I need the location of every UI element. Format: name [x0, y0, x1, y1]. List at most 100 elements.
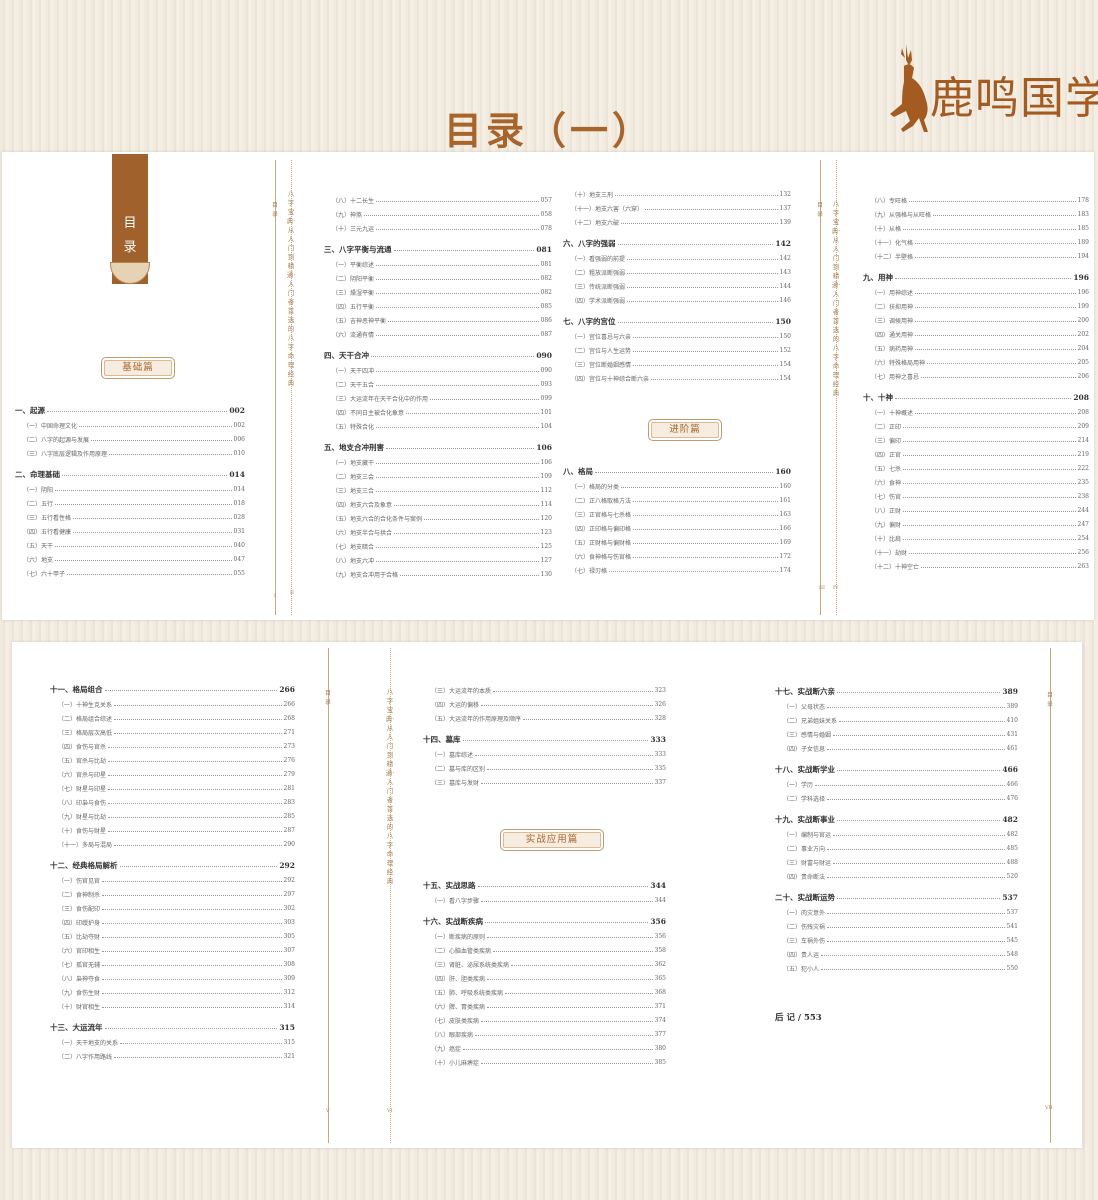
- toc-section-entry[interactable]: （一）墓库综述 333: [423, 747, 666, 761]
- toc-section-entry[interactable]: （一）十神生克关系 266: [50, 697, 295, 711]
- toc-section-entry[interactable]: （七）六十甲子 055: [15, 566, 245, 580]
- toc-section-entry[interactable]: （四）五行平衡 085: [324, 299, 552, 313]
- toc-section-entry[interactable]: （二）墓与库的区别 335: [423, 761, 666, 775]
- toc-section-entry[interactable]: （九）从强格与从旺格 183: [863, 207, 1089, 221]
- toc-section-entry[interactable]: （八）眼部疾病 377: [423, 1027, 666, 1041]
- toc-section-entry[interactable]: （二）粗放派断强弱 143: [563, 265, 791, 279]
- toc-section-entry[interactable]: （十二）地支六破 139: [563, 215, 791, 229]
- toc-section-entry[interactable]: （一）阴阳 014: [15, 482, 245, 496]
- toc-section-entry[interactable]: （一）编制与官运 482: [775, 827, 1018, 841]
- toc-section-entry[interactable]: （十一）地支六害（六穿） 137: [563, 201, 791, 215]
- toc-section-entry[interactable]: （四）贵人运 548: [775, 947, 1018, 961]
- toc-chapter-entry[interactable]: 八、格局 160: [563, 463, 791, 479]
- toc-chapter-entry[interactable]: 十二、经典格局解析 292: [50, 857, 295, 873]
- toc-section-entry[interactable]: （四）贵命断法 520: [775, 869, 1018, 883]
- toc-section-entry[interactable]: （四）大运的偏移 326: [423, 697, 666, 711]
- toc-section-entry[interactable]: （一）十神概述 208: [863, 405, 1089, 419]
- toc-section-entry[interactable]: （六）地支 047: [15, 552, 245, 566]
- toc-section-entry[interactable]: （二）兄弟姐妹关系 410: [775, 713, 1018, 727]
- toc-section-entry[interactable]: （二）心脑血管类疾病 358: [423, 943, 666, 957]
- toc-chapter-entry[interactable]: 十六、实战断疾病 356: [423, 913, 666, 929]
- toc-section-entry[interactable]: （六）食神 235: [863, 475, 1089, 489]
- toc-section-entry[interactable]: （一）学历 466: [775, 777, 1018, 791]
- toc-section-entry[interactable]: （一）平衡综述 081: [324, 257, 552, 271]
- toc-section-entry[interactable]: （十）三元九运 078: [324, 221, 552, 235]
- toc-chapter-entry[interactable]: 四、天干合冲 090: [324, 347, 552, 363]
- toc-section-entry[interactable]: （八）十二长生 057: [324, 193, 552, 207]
- toc-chapter-entry[interactable]: 十四、墓库 333: [423, 731, 666, 747]
- toc-section-entry[interactable]: （四）宫位与十神综合断六亲 154: [563, 371, 791, 385]
- toc-chapter-entry[interactable]: 十五、实战思路 344: [423, 877, 666, 893]
- toc-section-entry[interactable]: （六）流通有情 087: [324, 327, 552, 341]
- toc-chapter-entry[interactable]: 十七、实战断六亲 389: [775, 683, 1018, 699]
- toc-section-entry[interactable]: （六）官印相生 307: [50, 943, 295, 957]
- toc-chapter-entry[interactable]: 十三、大运流年 315: [50, 1019, 295, 1035]
- toc-section-entry[interactable]: （一）断疾病的原则 356: [423, 929, 666, 943]
- toc-chapter-entry[interactable]: 十一、格局组合 266: [50, 681, 295, 697]
- toc-section-entry[interactable]: （五）正财格与偏财格 169: [563, 535, 791, 549]
- toc-section-entry[interactable]: （二）天干五合 093: [324, 377, 552, 391]
- toc-section-entry[interactable]: （二）事业方向 485: [775, 841, 1018, 855]
- toc-chapter-entry[interactable]: 十八、实战断学业 466: [775, 761, 1018, 777]
- toc-section-entry[interactable]: （九）食伤生财 312: [50, 985, 295, 999]
- toc-chapter-entry[interactable]: 九、用神 196: [863, 269, 1089, 285]
- toc-chapter-entry[interactable]: 六、八字的强弱 142: [563, 235, 791, 251]
- toc-section-entry[interactable]: （三）调候用神 200: [863, 313, 1089, 327]
- toc-section-entry[interactable]: （五）比劫夺财 305: [50, 929, 295, 943]
- toc-section-entry[interactable]: （三）五行看性格 028: [15, 510, 245, 524]
- toc-section-entry[interactable]: （三）正官格与七杀格 163: [563, 507, 791, 521]
- toc-section-entry[interactable]: （四）五行看健康 031: [15, 524, 245, 538]
- toc-section-entry[interactable]: （一）肉灾意外 537: [775, 905, 1018, 919]
- toc-section-entry[interactable]: （九）地支合冲用于合格 130: [324, 567, 552, 581]
- toc-section-entry[interactable]: （一）宫位喜忌与六亲 150: [563, 329, 791, 343]
- toc-section-entry[interactable]: （一）看强弱的前提 142: [563, 251, 791, 265]
- toc-chapter-entry[interactable]: 二十、实战断运势 537: [775, 889, 1018, 905]
- toc-section-entry[interactable]: （一）天干四冲 090: [324, 363, 552, 377]
- toc-chapter-entry[interactable]: 二、命理基础 014: [15, 466, 245, 482]
- toc-section-entry[interactable]: （八）枭神夺食 309: [50, 971, 295, 985]
- toc-section-entry[interactable]: （二）五行 018: [15, 496, 245, 510]
- toc-section-entry[interactable]: （八）专旺格 178: [863, 193, 1089, 207]
- toc-section-entry[interactable]: （五）吉神恶神平衡 086: [324, 313, 552, 327]
- toc-section-entry[interactable]: （二）食神制杀 297: [50, 887, 295, 901]
- toc-section-entry[interactable]: （九）癌症 380: [423, 1041, 666, 1055]
- toc-section-entry[interactable]: （十一）劫财 256: [863, 545, 1089, 559]
- toc-section-entry[interactable]: （三）车祸外伤 545: [775, 933, 1018, 947]
- toc-section-entry[interactable]: （三）肾脏、泌尿系统类疾病 362: [423, 957, 666, 971]
- toc-section-entry[interactable]: （二）扶抑用神 199: [863, 299, 1089, 313]
- toc-section-entry[interactable]: （六）地支半合与拱合 123: [324, 525, 552, 539]
- toc-chapter-entry[interactable]: 五、地支合冲刑害 106: [324, 439, 552, 455]
- toc-section-entry[interactable]: （一）伤官见官 292: [50, 873, 295, 887]
- toc-section-entry[interactable]: （十一）多局与混局 290: [50, 837, 295, 851]
- toc-section-entry[interactable]: （二）正八格取格方法 161: [563, 493, 791, 507]
- toc-section-entry[interactable]: （六）食神格与伤官格 172: [563, 549, 791, 563]
- toc-section-entry[interactable]: （一）格局的分类 160: [563, 479, 791, 493]
- toc-section-entry[interactable]: （五）七杀 222: [863, 461, 1089, 475]
- toc-section-entry[interactable]: （八）正财 244: [863, 503, 1089, 517]
- toc-section-entry[interactable]: （一）地支藏干 106: [324, 455, 552, 469]
- toc-section-entry[interactable]: （三）偏印 214: [863, 433, 1089, 447]
- toc-section-entry[interactable]: （五）病药用神 204: [863, 341, 1089, 355]
- toc-section-entry[interactable]: （二）阴阳平衡 082: [324, 271, 552, 285]
- toc-section-entry[interactable]: （三）财富与财运 488: [775, 855, 1018, 869]
- toc-section-entry[interactable]: （七）用神之喜忌 206: [863, 369, 1089, 383]
- toc-section-entry[interactable]: （一）天干地支的关系 315: [50, 1035, 295, 1049]
- toc-section-entry[interactable]: （十）财官相生 314: [50, 999, 295, 1013]
- toc-chapter-entry[interactable]: 十九、实战断事业 482: [775, 811, 1018, 827]
- toc-section-entry[interactable]: （五）天干 040: [15, 538, 245, 552]
- toc-section-entry[interactable]: （四）正官 219: [863, 447, 1089, 461]
- toc-section-entry[interactable]: （四）肝、胆类疾病 365: [423, 971, 666, 985]
- toc-section-entry[interactable]: （二）伤残灾祸 541: [775, 919, 1018, 933]
- toc-section-entry[interactable]: （三）宫位断婚姻感情 154: [563, 357, 791, 371]
- toc-section-entry[interactable]: （五）官杀与比劫 276: [50, 753, 295, 767]
- toc-section-entry[interactable]: （十）比肩 254: [863, 531, 1089, 545]
- toc-section-entry[interactable]: （五）特殊合化 104: [324, 419, 552, 433]
- toc-section-entry[interactable]: （四）不同日主被合化象意 101: [324, 405, 552, 419]
- toc-section-entry[interactable]: （二）八字的起源与发展 006: [15, 432, 245, 446]
- toc-section-entry[interactable]: （三）墓库与发财 337: [423, 775, 666, 789]
- toc-section-entry[interactable]: （一）用神综述 196: [863, 285, 1089, 299]
- toc-section-entry[interactable]: （三）大运流年的本质 323: [423, 683, 666, 697]
- toc-section-entry[interactable]: （十）地支三刑 132: [563, 187, 791, 201]
- toc-section-entry[interactable]: （八）印枭与食伤 283: [50, 795, 295, 809]
- toc-section-entry[interactable]: （一）中国命理文化 002: [15, 418, 245, 432]
